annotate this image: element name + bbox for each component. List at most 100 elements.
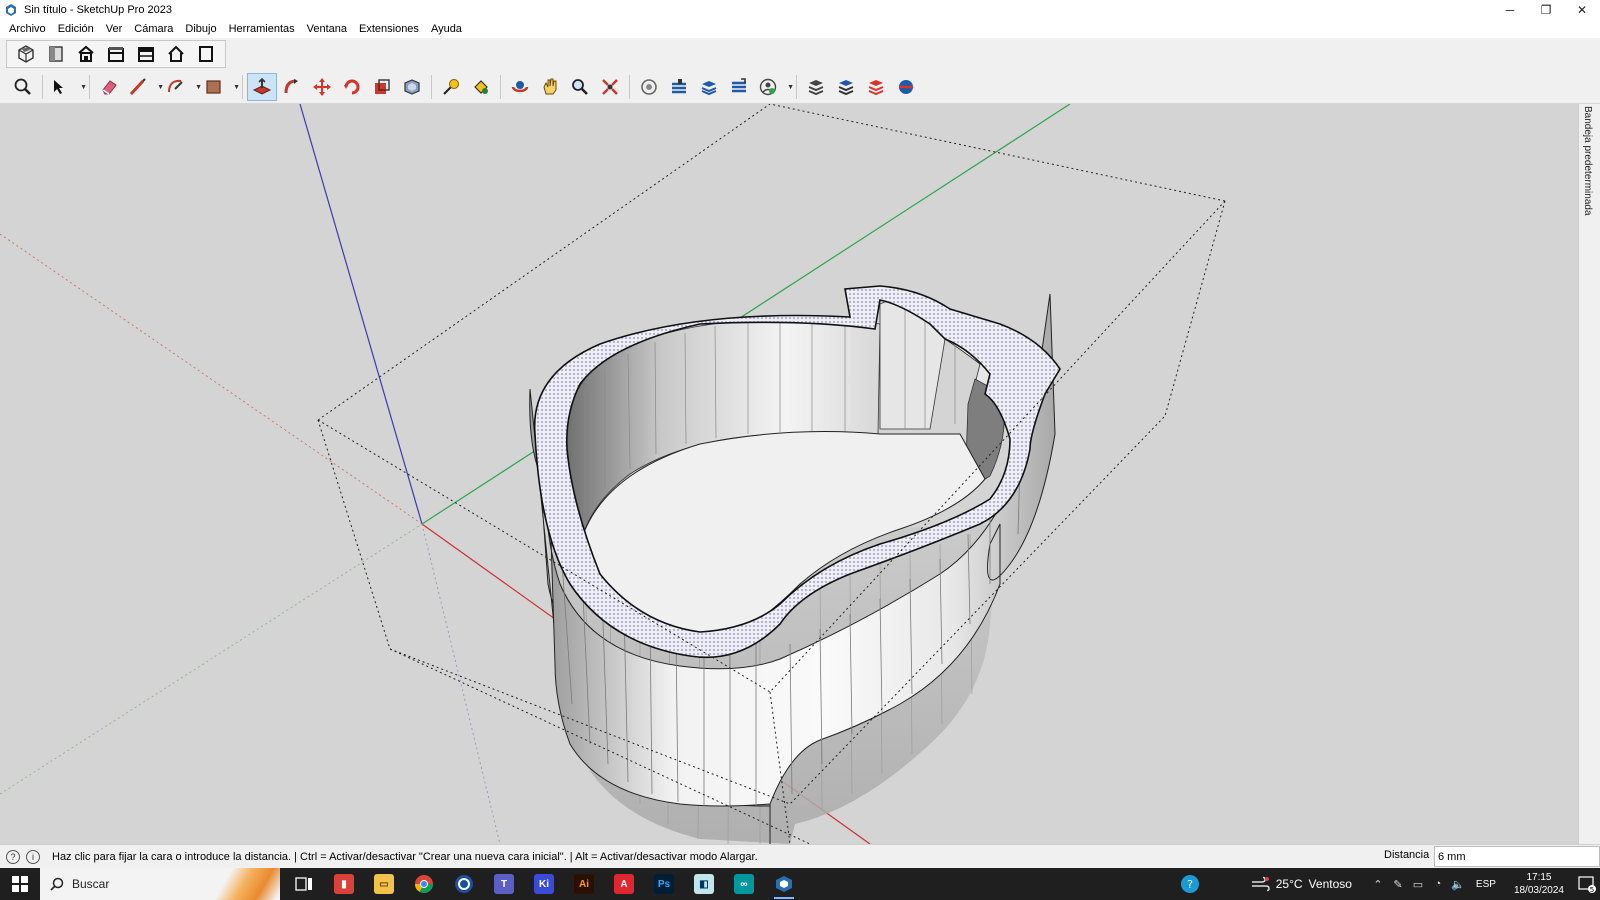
3d-warehouse-icon[interactable] [634, 73, 664, 101]
default-tray-tab[interactable]: Bandeja predeterminada [1578, 104, 1600, 844]
toolbar-separator [242, 75, 243, 99]
top-view-icon[interactable] [41, 40, 71, 68]
menu-ayuda[interactable]: Ayuda [425, 20, 468, 38]
measurements-label: Distancia [1384, 849, 1430, 861]
solid-subtract-icon[interactable] [831, 73, 861, 101]
zoom-icon[interactable] [565, 73, 595, 101]
clock-date: 18/03/2024 [1513, 885, 1564, 896]
paint-bucket-icon[interactable] [466, 73, 496, 101]
dropdown-arrow-icon[interactable]: ▼ [787, 84, 794, 91]
bottom-view-icon[interactable] [191, 40, 221, 68]
front-view-icon[interactable] [71, 40, 101, 68]
weather-condition: Ventoso [1308, 877, 1352, 891]
menu-archivo[interactable]: Archivo [3, 20, 52, 38]
system-tray: ? 25°C Ventoso ⌃ ✎ ▭ ◔ 🔈 ESP 17:15 18/03… [1170, 868, 1600, 900]
svg-text:?: ? [1187, 878, 1193, 891]
zoom-extents-2-icon[interactable] [595, 73, 625, 101]
weather-widget[interactable]: 25°C Ventoso [1250, 876, 1352, 892]
notes-app-icon[interactable]: ◧ [684, 868, 724, 900]
taskbar-apps: ▮ ▭ T Ki Ai A Ps ◧ ∞ [284, 868, 804, 900]
left-view-icon[interactable] [161, 40, 191, 68]
wind-icon [1251, 876, 1270, 892]
extension-manager-icon[interactable] [724, 73, 754, 101]
geolocation-icon[interactable]: ? [6, 849, 20, 864]
menu-dibujo[interactable]: Dibujo [179, 20, 222, 38]
orbit-icon[interactable] [505, 73, 535, 101]
notification-center-icon[interactable]: 5 [1574, 868, 1600, 900]
dropdown-arrow-icon[interactable]: ▼ [80, 84, 87, 91]
extension-warehouse-icon[interactable] [664, 73, 694, 101]
minimize-button[interactable]: ─ [1492, 0, 1528, 20]
restore-button[interactable]: ❐ [1528, 0, 1564, 20]
file-explorer-icon[interactable]: ▭ [364, 868, 404, 900]
select-tool[interactable]: ▼ [47, 73, 87, 101]
windows-taskbar: Buscar ▮ ▭ T Ki Ai A Ps ◧ ∞ ? 25°C Vento… [0, 868, 1600, 900]
chevron-up-icon[interactable]: ⌃ [1368, 868, 1388, 900]
status-message: Haz clic para fijar la cara o introduce … [52, 850, 758, 863]
back-view-icon[interactable] [131, 40, 161, 68]
solid-outer-shell-icon[interactable] [891, 73, 921, 101]
model-canvas [0, 104, 1226, 844]
push-pull-tool[interactable] [247, 73, 277, 101]
eraser-icon[interactable] [94, 73, 124, 101]
acrobat-icon[interactable]: A [604, 868, 644, 900]
photoshop-icon[interactable]: Ps [644, 868, 684, 900]
follow-me-icon[interactable] [277, 73, 307, 101]
arduino-icon[interactable]: ∞ [724, 868, 764, 900]
wifi-icon[interactable]: ◔ [1428, 868, 1448, 900]
app-red-icon[interactable]: ▮ [324, 868, 364, 900]
start-button[interactable] [0, 868, 40, 900]
arc-tool[interactable]: ▼ [162, 73, 202, 101]
menu-edicion[interactable]: Edición [52, 20, 100, 38]
solid-trim-icon[interactable] [861, 73, 891, 101]
chrome-icon[interactable] [404, 868, 444, 900]
language-indicator[interactable]: ESP [1476, 879, 1496, 890]
teams-icon[interactable]: T [484, 868, 524, 900]
layout-send-icon[interactable] [694, 73, 724, 101]
offset-icon[interactable] [397, 73, 427, 101]
task-view-icon[interactable] [284, 868, 324, 900]
sketchup-taskbar-icon[interactable] [764, 868, 804, 900]
menu-ver[interactable]: Ver [100, 20, 129, 38]
close-button[interactable]: ✕ [1564, 0, 1600, 20]
tape-measure-icon[interactable] [436, 73, 466, 101]
taskbar-search[interactable]: Buscar [40, 868, 280, 900]
app-blue-circle-icon[interactable] [444, 868, 484, 900]
help-tray-icon[interactable]: ? [1170, 868, 1210, 900]
dropdown-arrow-icon[interactable]: ▼ [233, 84, 240, 91]
info-icon[interactable]: i [26, 849, 40, 864]
toolbar-separator [42, 75, 43, 99]
3d-viewport[interactable] [0, 104, 1578, 844]
profile-icon[interactable]: ▼ [754, 73, 794, 101]
main-toolbar: ▼ ▼ ▼ ▼ ▼ [0, 70, 1600, 104]
pen-icon[interactable]: ✎ [1388, 868, 1408, 900]
clock[interactable]: 17:15 18/03/2024 [1514, 871, 1564, 897]
sketchup-app-icon [4, 3, 18, 17]
solid-union-icon[interactable] [801, 73, 831, 101]
rotate-icon[interactable] [337, 73, 367, 101]
iso-view-icon[interactable] [11, 40, 41, 68]
menu-extensiones[interactable]: Extensiones [353, 20, 425, 38]
line-tool[interactable]: ▼ [124, 73, 164, 101]
sketchup-window: Sin título - SketchUp Pro 2023 ─ ❐ ✕ Arc… [0, 0, 1600, 900]
rectangle-tool[interactable]: ▼ [200, 73, 240, 101]
pan-icon[interactable] [535, 73, 565, 101]
menu-herramientas[interactable]: Herramientas [223, 20, 301, 38]
illustrator-icon[interactable]: Ai [564, 868, 604, 900]
tray-label: Bandeja predeterminada [1582, 106, 1593, 216]
zoom-extents-icon[interactable] [8, 73, 38, 101]
scale-icon[interactable] [367, 73, 397, 101]
toolbar-separator [89, 75, 90, 99]
measurements-input[interactable] [1434, 846, 1600, 867]
kidlogger-icon[interactable]: Ki [524, 868, 564, 900]
right-view-icon[interactable] [101, 40, 131, 68]
move-icon[interactable] [307, 73, 337, 101]
menu-ventana[interactable]: Ventana [301, 20, 353, 38]
menu-camara[interactable]: Cámara [128, 20, 179, 38]
toolbar-separator [629, 75, 630, 99]
volume-icon[interactable]: 🔈 [1448, 868, 1468, 900]
battery-icon[interactable]: ▭ [1408, 868, 1428, 900]
weather-temp: 25°C [1275, 877, 1303, 891]
window-title: Sin título - SketchUp Pro 2023 [24, 4, 172, 16]
title-bar: Sin título - SketchUp Pro 2023 ─ ❐ ✕ [0, 0, 1600, 20]
